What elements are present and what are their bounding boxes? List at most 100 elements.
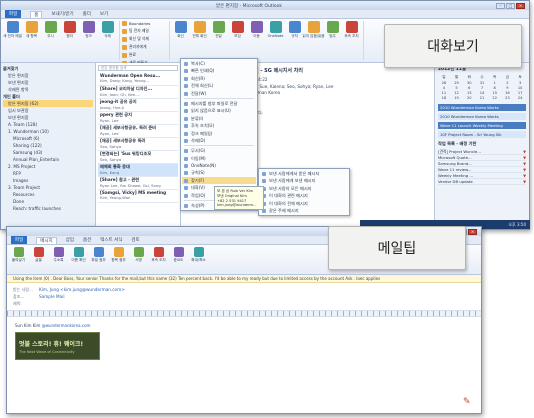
ribbon-button-15[interactable]: 후속 조치 xyxy=(343,21,360,39)
compose-ribbon-button-1[interactable]: 글꼴 xyxy=(30,247,47,272)
folder-item[interactable]: 보낸 편지함 xyxy=(3,114,93,121)
calendar-day[interactable]: 17 xyxy=(514,91,526,95)
calendar-day[interactable]: 8 xyxy=(489,86,501,90)
list-item[interactable]: [Share] 코리아날 디자인... Kim, Joon; Oh, Kee-..… xyxy=(98,86,178,99)
compose-ribbon-button-7[interactable]: 후속 조치 xyxy=(150,247,167,272)
flag-icon[interactable]: ▼ xyxy=(523,161,526,166)
context-menu-item[interactable]: 읽지 않음으로 표시(U) xyxy=(182,107,256,114)
calendar-day[interactable]: 21 xyxy=(476,96,488,100)
submenu-item[interactable]: 이 대화의 관련 메시지 xyxy=(260,192,348,199)
compose-ribbon-button-5[interactable]: 항목 첨부 xyxy=(110,247,127,272)
folder-item[interactable]: Microsoft (6) xyxy=(3,135,93,142)
folder-item[interactable]: Reach: traffic launches xyxy=(3,205,93,212)
calendar-day[interactable]: 28 xyxy=(438,81,450,85)
appointment[interactable]: 10F Project Room - Sri Young Sik xyxy=(438,131,526,138)
cc-button[interactable]: 참조... xyxy=(13,294,35,300)
folder-item[interactable]: Samsung (43) xyxy=(3,149,93,156)
context-menu-item[interactable]: 정크 메일(J) xyxy=(182,130,256,137)
to-button[interactable]: 받는 사람... xyxy=(13,287,35,293)
quick-step-4[interactable]: 완료 xyxy=(122,52,166,58)
calendar-day[interactable]: 4 xyxy=(438,86,450,90)
folder-item[interactable]: A. Team (128) xyxy=(3,121,93,128)
submenu-item[interactable]: 같은 주제 메시지 xyxy=(260,207,348,214)
quick-step-1[interactable]: 팀 전자 메일 xyxy=(122,28,166,34)
signature-link[interactable]: @wundermankorea.com xyxy=(42,323,91,328)
tab-home[interactable]: 홈 xyxy=(30,10,43,18)
calendar-day[interactable]: 22 xyxy=(489,96,501,100)
list-item[interactable]: 매체회 통화 응대 Kim, Kang xyxy=(98,164,178,177)
compose-ribbon-button-9[interactable]: 확대/축소 xyxy=(190,247,207,272)
compose-tab-review[interactable]: 검토 xyxy=(131,237,139,243)
calendar-day[interactable]: 31 xyxy=(476,81,488,85)
folder-item[interactable]: RFP xyxy=(3,170,93,177)
tab-folder[interactable]: 폴더 xyxy=(83,11,91,17)
minimize-button[interactable]: – xyxy=(496,2,505,9)
maximize-button[interactable]: □ xyxy=(506,2,515,9)
flag-icon[interactable]: ▼ xyxy=(523,179,526,184)
compose-ribbon-button-0[interactable]: 붙여넣기 xyxy=(10,247,27,272)
compose-tab-message[interactable]: 메시지 xyxy=(36,236,57,244)
context-menu-item[interactable]: 찾기(F) xyxy=(182,176,256,185)
folder-item[interactable]: Images xyxy=(3,177,93,184)
quick-step-0[interactable]: Boundaries xyxy=(122,21,166,26)
folder-item[interactable]: 보낸 편지함 xyxy=(3,79,93,86)
compose-tab-file[interactable]: 파일 xyxy=(11,236,28,244)
folder-item[interactable]: 받은 편지함 xyxy=(3,72,93,79)
list-item[interactable]: [재공] 세부사항공유 독려 Seo, Sohya xyxy=(98,138,178,151)
context-menu-item[interactable]: 분류(I) xyxy=(182,115,256,122)
ribbon-button-14[interactable]: 범주 xyxy=(324,21,341,39)
list-item[interactable]: [변경되는] 'Sus 워킹디조모 Seo, Sohya xyxy=(98,151,178,164)
list-item[interactable]: jeong-it 공유 공지 Jeong, Hye-Ji xyxy=(98,99,178,112)
context-menu-item[interactable]: 무시(G) xyxy=(182,147,256,154)
list-item[interactable]: [Samgsi, Vicky] MS meeting Kim, Yeong-Won xyxy=(98,190,178,203)
submenu-item[interactable]: 보낸 사람에게서 받은 메시지 xyxy=(260,170,348,177)
tab-file[interactable]: 파일 xyxy=(5,10,22,18)
appointment[interactable]: Wave 11 Launch Weekly Meeting xyxy=(438,122,526,129)
context-menu-item[interactable]: OneNote(N) xyxy=(182,162,256,169)
ribbon-button-13[interactable]: 읽지 않음/읽음 xyxy=(302,21,325,39)
task-item[interactable]: Vendor DB update ▼ xyxy=(438,179,526,185)
context-menu-item[interactable]: 회신(R) xyxy=(182,75,256,82)
list-item[interactable]: [재공] 세부사항공유, 독려 준비 Ryan, Lee xyxy=(98,125,178,138)
context-menu-item[interactable]: 삭제(D) xyxy=(182,137,256,144)
ribbon-button-2[interactable]: 무시 xyxy=(42,21,59,39)
flag-icon[interactable]: ▼ xyxy=(523,155,526,160)
calendar-day[interactable]: 16 xyxy=(502,91,514,95)
calendar-day[interactable]: 10 xyxy=(514,86,526,90)
calendar-day[interactable]: 11 xyxy=(438,91,450,95)
flag-icon[interactable]: ▼ xyxy=(523,173,526,178)
compose-close-button[interactable]: × xyxy=(468,228,477,235)
ribbon-button-3[interactable]: 정리 xyxy=(61,21,78,39)
calendar-day[interactable]: 5 xyxy=(451,86,463,90)
tab-view[interactable]: 보기 xyxy=(100,11,108,17)
appointment[interactable]: 2010 Wunderman Korea Works xyxy=(438,104,526,111)
message-body[interactable]: Sun Kim Kim @wundermankorea.com 멋블 스토리! … xyxy=(7,317,481,366)
context-menu-item[interactable]: 규칙(S) xyxy=(182,169,256,176)
calendar-day[interactable]: 9 xyxy=(502,86,514,90)
ribbon-button-1[interactable]: 새 항목 xyxy=(23,21,40,39)
calendar-day[interactable]: 20 xyxy=(463,96,475,100)
folder-item[interactable]: 1. Wunderman (10) xyxy=(3,128,93,135)
compose-ribbon-button-6[interactable]: 서명 xyxy=(130,247,147,272)
context-menu-item[interactable]: 후속 조치(U) xyxy=(182,122,256,129)
compose-ribbon-button-3[interactable]: 이름 확인 xyxy=(70,247,87,272)
folder-item[interactable]: Sharing (122) xyxy=(3,142,93,149)
folder-item[interactable]: 개인 폴더 xyxy=(3,93,93,100)
submenu-item[interactable]: 보낸 사람에게 보낸 메시지 xyxy=(260,177,348,184)
ribbon-button-9[interactable]: 모임 xyxy=(229,21,246,39)
submenu-item[interactable]: 이 대화의 전체 메시지 xyxy=(260,200,348,207)
calendar-day[interactable]: 2 xyxy=(502,81,514,85)
compose-tab-options[interactable]: 옵션 xyxy=(83,237,91,243)
calendar-day[interactable]: 13 xyxy=(463,91,475,95)
calendar-day[interactable]: 23 xyxy=(502,96,514,100)
flag-icon[interactable]: ▼ xyxy=(523,167,526,172)
appointment[interactable]: 2010 Wunderman Korea Works xyxy=(438,113,526,120)
calendar-day[interactable]: 18 xyxy=(438,96,450,100)
close-button[interactable]: × xyxy=(516,2,525,9)
calendar-day[interactable]: 1 xyxy=(489,81,501,85)
calendar-day[interactable]: 29 xyxy=(451,81,463,85)
calendar-day[interactable]: 24 xyxy=(514,96,526,100)
folder-item[interactable]: Annual Plan_Entertain xyxy=(3,156,93,163)
folder-item[interactable]: 2. MS Project xyxy=(3,163,93,170)
ribbon-button-7[interactable]: 전체 회신 xyxy=(191,21,208,39)
